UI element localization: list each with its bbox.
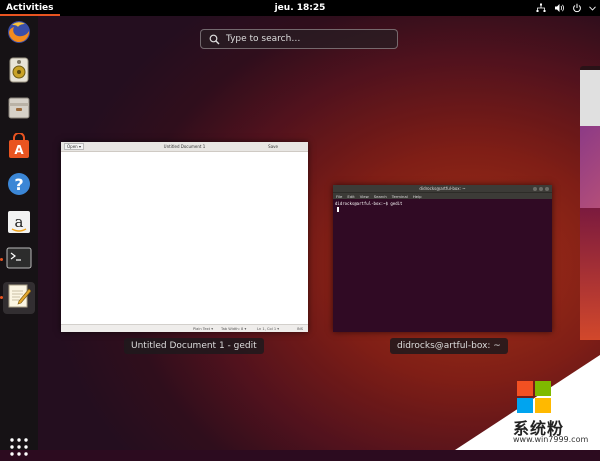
window-caption-gedit[interactable]: Untitled Document 1 - gedit bbox=[124, 338, 264, 354]
language-select[interactable]: Plain Text ▾ bbox=[193, 327, 213, 331]
terminal-titlebar: didrocks@artful-box: ~ bbox=[333, 185, 552, 192]
show-applications-button[interactable] bbox=[9, 437, 29, 457]
dock-item-files[interactable] bbox=[3, 94, 35, 126]
power-icon[interactable] bbox=[571, 2, 583, 14]
insert-mode: INS bbox=[297, 326, 304, 331]
dock-item-amazon[interactable]: a bbox=[3, 208, 35, 240]
menu-terminal[interactable]: Terminal bbox=[392, 194, 408, 199]
clock[interactable]: jeu. 18:25 bbox=[0, 0, 600, 16]
top-bar: Activities jeu. 18:25 bbox=[0, 0, 600, 16]
amazon-icon: a bbox=[7, 210, 31, 238]
speaker-icon bbox=[7, 57, 31, 87]
window-terminal[interactable]: didrocks@artful-box: ~ File Edit View Se… bbox=[333, 185, 552, 332]
dock-item-rhythmbox[interactable] bbox=[3, 56, 35, 88]
close-icon[interactable] bbox=[545, 186, 549, 191]
terminal-menubar: File Edit View Search Terminal Help bbox=[333, 192, 552, 199]
save-button[interactable]: Save bbox=[268, 144, 278, 149]
terminal-prompt: didrocks@artful-box:~$ gedit bbox=[335, 201, 403, 206]
windows-logo-icon bbox=[517, 381, 551, 413]
grid-icon bbox=[9, 438, 29, 461]
help-icon: ? bbox=[6, 171, 32, 201]
chevron-down-icon[interactable] bbox=[589, 2, 596, 14]
workspace-thumbnail-empty[interactable] bbox=[580, 208, 600, 340]
menu-help[interactable]: Help bbox=[413, 194, 422, 199]
workspace-thumbnail-window[interactable] bbox=[580, 70, 600, 126]
dock-item-software[interactable]: A bbox=[3, 132, 35, 164]
search-input[interactable]: Type to search… bbox=[200, 29, 398, 49]
tab-width-select[interactable]: Tab Width: 8 ▾ bbox=[221, 327, 246, 331]
gedit-headerbar: Open ▾ Untitled Document 1 Save bbox=[61, 142, 308, 152]
terminal-output: didrocks@artful-box:~$ gedit bbox=[333, 199, 552, 206]
svg-text:?: ? bbox=[14, 175, 23, 194]
gedit-statusbar: Plain Text ▾ Tab Width: 8 ▾ Ln 1, Col 1 … bbox=[61, 324, 308, 332]
maximize-icon[interactable] bbox=[539, 186, 543, 191]
shopping-bag-icon: A bbox=[7, 132, 31, 163]
menu-view[interactable]: View bbox=[360, 194, 369, 199]
dock-item-gedit[interactable] bbox=[3, 282, 35, 314]
activities-button[interactable]: Activities bbox=[0, 0, 60, 16]
file-cabinet-icon bbox=[7, 96, 31, 124]
terminal-title: didrocks@artful-box: ~ bbox=[419, 186, 466, 191]
menu-file[interactable]: File bbox=[336, 194, 342, 199]
svg-text:A: A bbox=[14, 143, 24, 157]
site-watermark: 系统粉 www.win7999.com bbox=[455, 355, 600, 450]
terminal-cursor bbox=[337, 206, 339, 212]
search-icon bbox=[209, 34, 220, 45]
workspace-thumbnail[interactable] bbox=[580, 126, 600, 208]
firefox-icon bbox=[6, 19, 32, 49]
dock-item-help[interactable]: ? bbox=[3, 170, 35, 202]
dock: A ? a bbox=[0, 16, 38, 456]
search-placeholder: Type to search… bbox=[226, 34, 301, 44]
svg-text:a: a bbox=[15, 213, 24, 231]
watermark-url: www.win7999.com bbox=[513, 435, 589, 444]
network-icon[interactable] bbox=[535, 2, 547, 14]
window-gedit[interactable]: Open ▾ Untitled Document 1 Save Plain Te… bbox=[61, 142, 308, 332]
window-caption-terminal[interactable]: didrocks@artful-box: ~ bbox=[390, 338, 508, 354]
system-tray[interactable] bbox=[535, 0, 596, 16]
volume-icon[interactable] bbox=[553, 2, 565, 14]
dock-item-terminal[interactable] bbox=[3, 244, 35, 276]
menu-edit[interactable]: Edit bbox=[347, 194, 354, 199]
minimize-icon[interactable] bbox=[533, 186, 537, 191]
cursor-position[interactable]: Ln 1, Col 1 ▾ bbox=[257, 327, 279, 331]
terminal-icon bbox=[6, 247, 32, 273]
dock-item-firefox[interactable] bbox=[3, 18, 35, 50]
text-editor-icon bbox=[7, 283, 32, 313]
menu-search[interactable]: Search bbox=[374, 194, 387, 199]
